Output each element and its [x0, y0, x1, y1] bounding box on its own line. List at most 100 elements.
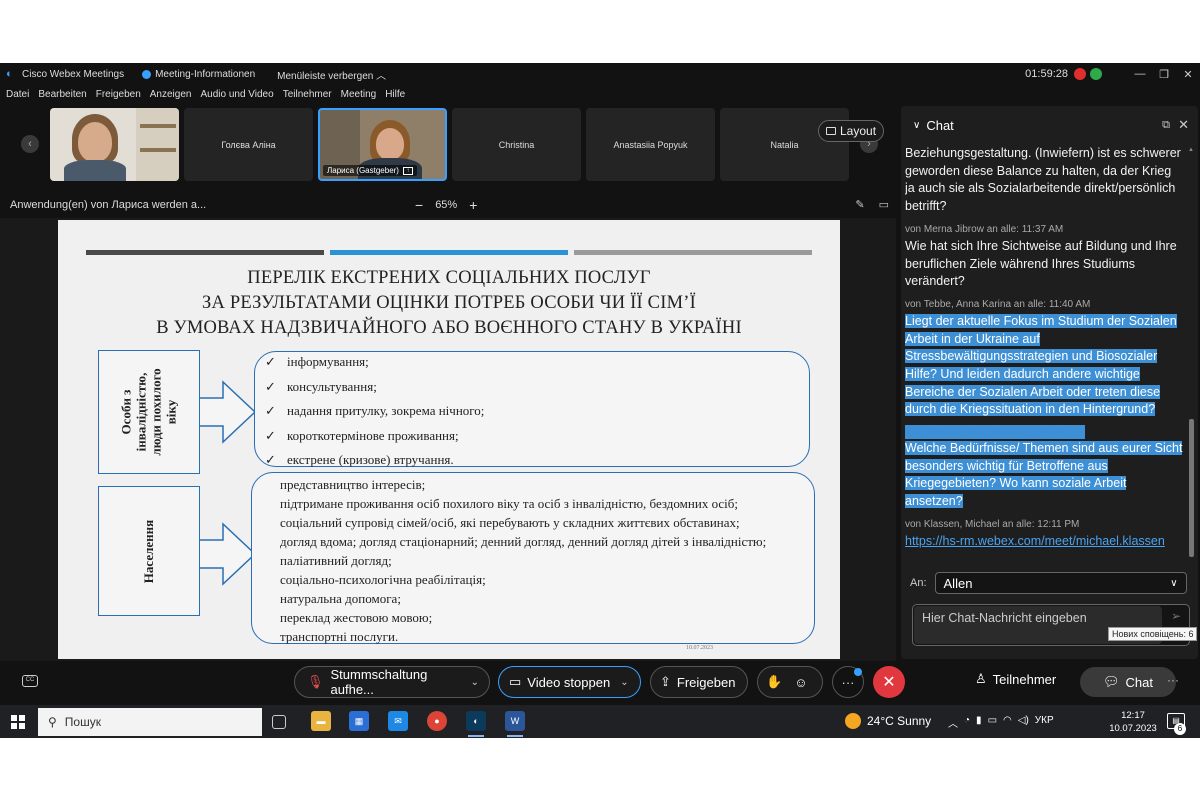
- share-button[interactable]: ⇪ Freigeben: [650, 666, 748, 698]
- system-tray: ︿ ◔ ▮ ▭ ◠ ◁) УКР: [948, 715, 1054, 730]
- search-placeholder: Пошук: [64, 715, 101, 729]
- selected-text[interactable]: Welche Bedürfnisse/ Themen sind aus eure…: [905, 440, 1183, 508]
- list-item-text: консультування;: [287, 378, 377, 394]
- chat-message-text[interactable]: Welche Bedürfnisse/ Themen sind aus eure…: [905, 440, 1183, 511]
- word-icon[interactable]: W: [505, 711, 525, 731]
- chat-header: ∨ Chat ⧉ ✕: [901, 106, 1198, 144]
- group-label-box: Населення: [98, 486, 200, 616]
- menu-meeting[interactable]: Meeting: [341, 89, 377, 105]
- notification-tooltip: Нових сповіщень: 6: [1108, 627, 1198, 641]
- battery-icon[interactable]: ▭: [988, 715, 997, 730]
- arrow-icon: [200, 380, 257, 444]
- stop-video-button[interactable]: ▭ Video stoppen ⌄: [498, 666, 641, 698]
- chat-message-link[interactable]: https://hs-rm.webex.com/meet/michael.kla…: [905, 533, 1183, 551]
- chevron-down-icon[interactable]: ⌄: [471, 677, 479, 688]
- chat-scrollbar[interactable]: ▲: [1188, 147, 1194, 565]
- check-icon: ✓: [265, 403, 276, 418]
- volume-icon[interactable]: ◁): [1018, 715, 1029, 730]
- close-icon[interactable]: ✕: [1176, 68, 1200, 81]
- close-icon[interactable]: ✕: [1178, 117, 1189, 133]
- host-name-tag: Лариса (Gastgeber) ↑: [323, 165, 417, 176]
- camera-icon: ▭: [509, 674, 522, 689]
- participant-tile-video[interactable]: [50, 108, 179, 181]
- participants-strip: ‹ Голєва Аліна Лариса (Gastgeber) ↑ Chri…: [0, 108, 900, 182]
- participant-tile[interactable]: Natalia: [720, 108, 849, 181]
- presentation-slide: ПЕРЕЛІК ЕКСТРЕНИХ СОЦІАЛЬНИХ ПОСЛУГ ЗА Р…: [58, 220, 840, 659]
- chrome-icon[interactable]: ●: [427, 711, 447, 731]
- meeting-link[interactable]: https://hs-rm.webex.com/meet/michael.kla…: [905, 534, 1165, 548]
- chat-message-text[interactable]: Beziehungsgestaltung. (Inwiefern) ist es…: [905, 145, 1183, 216]
- more-icon[interactable]: ···: [1167, 673, 1179, 687]
- group1-list: ✓ інформування; ✓ консультування; ✓ надання…: [254, 351, 810, 467]
- reactions-group: ✋ ☺: [757, 666, 823, 698]
- chat-message-text[interactable]: Liegt der aktuelle Fokus im Studium der …: [905, 313, 1183, 419]
- file-explorer-icon[interactable]: ▬: [311, 711, 331, 731]
- connection-signal-icon[interactable]: [1090, 68, 1102, 80]
- taskbar-clock[interactable]: 12:17 10.07.2023: [1108, 709, 1158, 735]
- chat-button[interactable]: 💬︎ Chat: [1080, 667, 1176, 697]
- participants-button[interactable]: ♙ Teilnehmer: [975, 671, 1056, 687]
- zoom-level[interactable]: 65%: [435, 199, 457, 211]
- menu-audio-video[interactable]: Audio und Video: [200, 89, 273, 105]
- zoom-out-button[interactable]: −: [415, 197, 423, 213]
- wifi-icon[interactable]: ◠: [1003, 715, 1012, 730]
- meeting-info-button[interactable]: Meeting-Informationen: [142, 69, 255, 80]
- usb-icon[interactable]: ▮: [976, 715, 982, 730]
- participant-video: [50, 108, 179, 181]
- taskbar-search[interactable]: ⚲ Пошук: [38, 708, 262, 736]
- selected-text[interactable]: Liegt der aktuelle Fokus im Studium der …: [905, 313, 1177, 417]
- menu-anzeigen[interactable]: Anzeigen: [150, 89, 192, 105]
- popout-icon[interactable]: ⧉: [1162, 119, 1170, 132]
- captions-icon[interactable]: CC: [22, 675, 38, 687]
- task-view-icon[interactable]: [272, 715, 286, 729]
- menu-hilfe[interactable]: Hilfe: [385, 89, 405, 105]
- shared-content-area: ПЕРЕЛІК ЕКСТРЕНИХ СОЦІАЛЬНИХ ПОСЛУГ ЗА Р…: [0, 218, 896, 661]
- minimize-icon[interactable]: —: [1128, 68, 1152, 80]
- hide-menu-button[interactable]: Menüleiste verbergen ︿: [277, 67, 386, 82]
- chevron-up-icon[interactable]: ︿: [948, 715, 958, 730]
- chat-messages[interactable]: Beziehungsgestaltung. (Inwiefern) ist es…: [905, 145, 1183, 565]
- chat-sender: von Tebbe, Anna Karina an alle: 11:40 AM: [905, 298, 1091, 310]
- annotate-icon[interactable]: ✎: [855, 198, 864, 211]
- participant-tile[interactable]: Anastasiia Popyuk: [586, 108, 715, 181]
- participant-tile[interactable]: Christina: [452, 108, 581, 181]
- mail-icon[interactable]: ✉: [388, 711, 408, 731]
- zoom-in-button[interactable]: +: [469, 197, 477, 213]
- list-item: догляд вдома; догляд стаціонарний; денни…: [280, 534, 767, 549]
- recording-icon[interactable]: [1074, 68, 1086, 80]
- chat-message-text[interactable]: Wie hat sich Ihre Sichtweise auf Bildung…: [905, 238, 1183, 291]
- windows-taskbar: ⚲ Пошук ▬ ▦ ✉ ● ◐ W 24°C Sunny ︿ ◔ ▮ ▭ ◠…: [0, 705, 1200, 738]
- menu-bearbeiten[interactable]: Bearbeiten: [38, 89, 86, 105]
- collapse-chevron-icon[interactable]: ∨: [913, 120, 920, 131]
- language-indicator[interactable]: УКР: [1035, 715, 1054, 730]
- share-options-icon[interactable]: ▭: [879, 198, 889, 211]
- scroll-thumb[interactable]: [1189, 419, 1194, 557]
- active-app-indicator: [507, 735, 523, 737]
- webex-taskbar-icon[interactable]: ◐: [466, 711, 486, 731]
- scroll-up-icon[interactable]: ▲: [1188, 147, 1194, 153]
- recipient-select[interactable]: Allen ∨: [934, 572, 1187, 594]
- meeting-info-label: Meeting-Informationen: [155, 68, 256, 80]
- menu-freigeben[interactable]: Freigeben: [96, 89, 141, 105]
- windows-start-icon[interactable]: [11, 715, 25, 729]
- recipient-value: Allen: [943, 575, 973, 591]
- reactions-icon[interactable]: ☺: [794, 675, 807, 690]
- participant-tile-host[interactable]: Лариса (Gastgeber) ↑: [318, 108, 447, 181]
- weather-widget[interactable]: 24°C Sunny: [845, 713, 931, 729]
- network-icon[interactable]: ◔: [964, 715, 970, 730]
- store-icon[interactable]: ▦: [349, 711, 369, 731]
- end-meeting-button[interactable]: ✕: [873, 666, 905, 698]
- participant-tile[interactable]: Голєва Аліна: [184, 108, 313, 181]
- layout-button[interactable]: Layout: [818, 120, 885, 142]
- recipient-label: An:: [910, 577, 927, 589]
- send-icon[interactable]: ➢: [1171, 609, 1181, 623]
- restore-icon[interactable]: ❐: [1152, 68, 1176, 81]
- raise-hand-icon[interactable]: ✋: [766, 674, 782, 690]
- strip-prev-icon[interactable]: ‹: [21, 135, 39, 153]
- unmute-button[interactable]: 🎙︎ Stummschaltung aufhe... ⌄: [294, 666, 490, 698]
- participant-name: Christina: [498, 139, 535, 150]
- chat-bubble-icon: 💬︎: [1103, 674, 1120, 689]
- menu-teilnehmer[interactable]: Teilnehmer: [283, 89, 332, 105]
- chevron-down-icon[interactable]: ⌄: [620, 677, 628, 688]
- menu-datei[interactable]: Datei: [6, 89, 29, 105]
